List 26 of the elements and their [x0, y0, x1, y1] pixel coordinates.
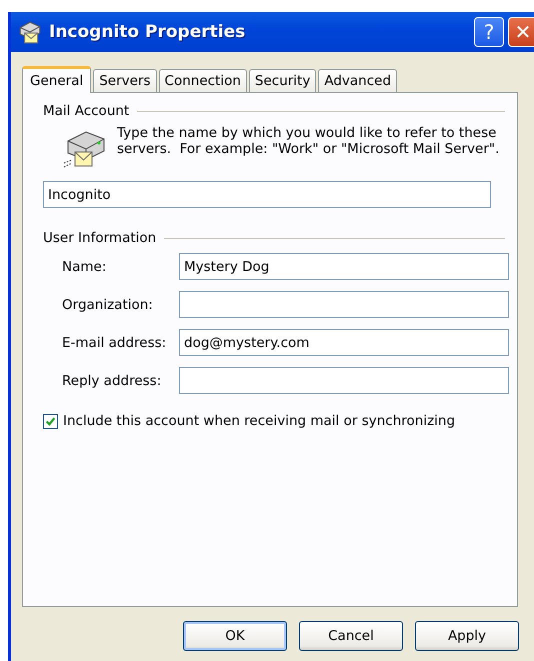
close-button[interactable]: ✕ — [508, 17, 534, 47]
dialog-button[interactable]: OK — [183, 621, 287, 651]
description-text: Type the name by which you would like to refer to these servers. For example: "Work" or "Microsoft Mail Server". — [117, 125, 500, 157]
group-heading: Mail Account — [43, 103, 130, 119]
input-field[interactable] — [179, 367, 509, 394]
dialog-button[interactable]: Cancel — [299, 621, 403, 651]
field-label: E-mail address: — [62, 334, 168, 350]
input-field[interactable]: Mystery Dog — [179, 253, 509, 280]
input-field[interactable] — [179, 291, 509, 318]
tab[interactable]: Security — [248, 69, 316, 92]
field-label: Name: — [62, 258, 108, 274]
field-label: Reply address: — [62, 372, 162, 388]
input-field[interactable]: dog@mystery.com — [179, 329, 509, 356]
mail-server-icon — [17, 19, 43, 45]
account-name-field[interactable]: Incognito — [43, 181, 491, 208]
tab[interactable]: Connection — [158, 69, 247, 92]
field-label: Organization: — [62, 296, 154, 312]
help-button[interactable]: ? — [474, 17, 504, 47]
group-heading: User Information — [43, 230, 156, 246]
tab[interactable]: Advanced — [318, 69, 398, 92]
checkbox-label[interactable]: Include this account when receiving mail or synchronizing — [63, 413, 456, 429]
tab[interactable]: Servers — [93, 69, 157, 92]
checkbox[interactable] — [43, 414, 58, 428]
dialog-button[interactable]: Apply — [415, 621, 519, 651]
tab[interactable]: General — [22, 66, 92, 93]
window-title: Incognito Properties — [49, 22, 246, 42]
